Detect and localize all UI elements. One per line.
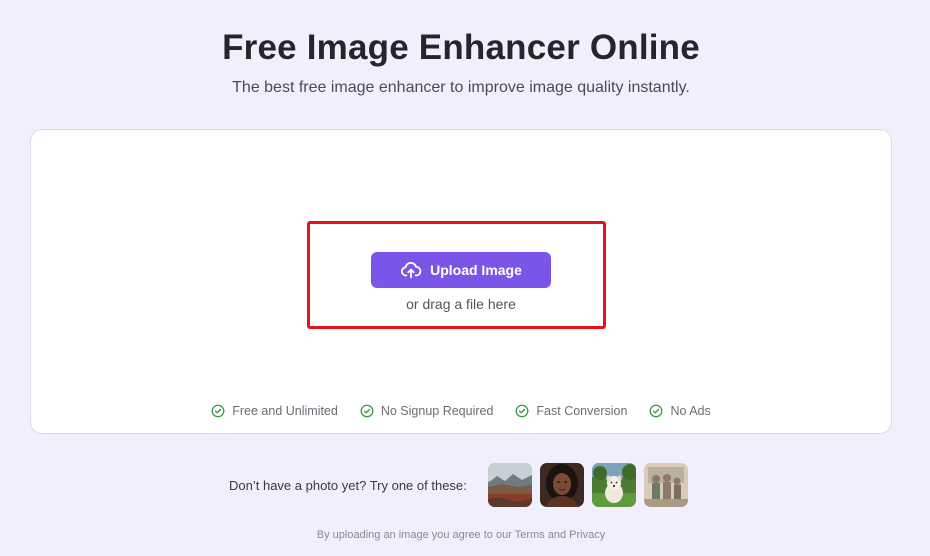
legal-prefix: By uploading an image you agree to our: [316, 529, 512, 541]
sample-images-label: Don’t have a photo yet? Try one of these…: [229, 477, 467, 493]
check-circle-icon: [515, 404, 529, 418]
drag-hint: or drag a file here: [406, 296, 516, 312]
terms-link[interactable]: Terms: [515, 529, 545, 541]
legal-notice: By uploading an image you agree to our T…: [0, 529, 922, 541]
check-circle-icon: [211, 404, 225, 418]
cloud-upload-icon: [400, 259, 422, 281]
page-title: Free Image Enhancer Online: [222, 28, 700, 67]
sample-images-row: Don’t have a photo yet? Try one of these…: [229, 463, 696, 507]
feature-item: No Signup Required: [360, 404, 494, 418]
feature-label: Fast Conversion: [536, 404, 628, 418]
legal-and: and: [547, 529, 567, 541]
feature-label: Free and Unlimited: [232, 404, 338, 418]
page-subtitle: The best free image enhancer to improve …: [232, 79, 690, 96]
sample-thumbnail-dog[interactable]: [591, 463, 636, 507]
check-circle-icon: [649, 404, 663, 418]
feature-item: Fast Conversion: [515, 404, 627, 418]
upload-image-button[interactable]: Upload Image: [371, 252, 551, 288]
sample-thumbnail-family[interactable]: [643, 463, 688, 507]
feature-item: No Ads: [649, 404, 711, 418]
feature-item: Free and Unlimited: [211, 404, 338, 418]
feature-label: No Signup Required: [380, 404, 494, 418]
check-circle-icon: [360, 404, 374, 418]
sample-thumbnail-landscape[interactable]: [487, 463, 532, 507]
upload-button-label: Upload Image: [430, 262, 522, 278]
page: Free Image Enhancer Online The best free…: [0, 0, 930, 556]
sample-thumbnail-portrait[interactable]: [539, 463, 584, 507]
feature-label: No Ads: [670, 404, 711, 418]
feature-list: Free and Unlimited No Signup Required Fa…: [0, 404, 922, 418]
privacy-link[interactable]: Privacy: [569, 529, 605, 541]
